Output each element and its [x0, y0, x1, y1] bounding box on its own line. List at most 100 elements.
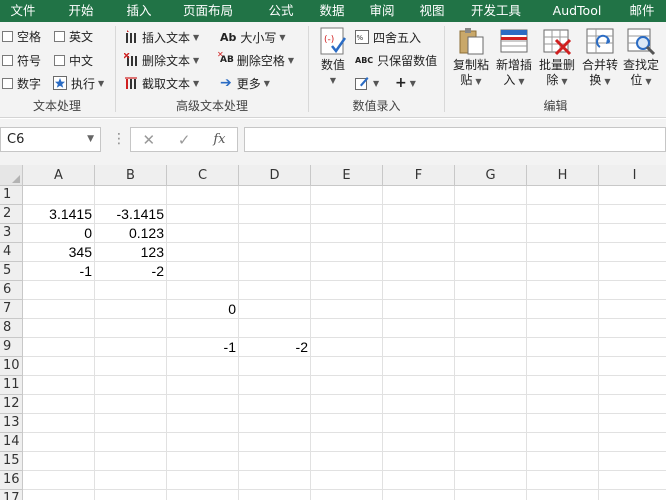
cell-c9[interactable]: -1 — [167, 338, 239, 357]
checkbox[interactable] — [54, 30, 65, 42]
cell-i10[interactable] — [599, 357, 666, 376]
tab-data[interactable]: 数据 — [308, 0, 356, 22]
checkbox[interactable] — [54, 54, 65, 66]
cell-c15[interactable] — [167, 452, 239, 471]
cell-b15[interactable] — [95, 452, 167, 471]
cell-f7[interactable] — [383, 300, 455, 319]
cell-f12[interactable] — [383, 395, 455, 414]
cell-f1[interactable] — [383, 186, 455, 205]
cell-a14[interactable] — [23, 433, 95, 452]
row-header-13[interactable]: 13 — [0, 414, 23, 433]
cell-d13[interactable] — [239, 414, 311, 433]
row-header-9[interactable]: 9 — [0, 338, 23, 357]
cell-h8[interactable] — [527, 319, 599, 338]
cell-h9[interactable] — [527, 338, 599, 357]
cell-d16[interactable] — [239, 471, 311, 490]
cell-e14[interactable] — [311, 433, 383, 452]
cell-f8[interactable] — [383, 319, 455, 338]
cell-b1[interactable] — [95, 186, 167, 205]
cell-c2[interactable] — [167, 205, 239, 224]
column-header-h[interactable]: H — [527, 165, 599, 186]
cell-c12[interactable] — [167, 395, 239, 414]
cell-b17[interactable] — [95, 490, 167, 500]
row-header-14[interactable]: 14 — [0, 433, 23, 452]
cell-f6[interactable] — [383, 281, 455, 300]
cell-d1[interactable] — [239, 186, 311, 205]
option-chinese[interactable]: 中文 — [54, 51, 93, 69]
cell-d7[interactable] — [239, 300, 311, 319]
cell-c6[interactable] — [167, 281, 239, 300]
cell-f14[interactable] — [383, 433, 455, 452]
column-header-g[interactable]: G — [455, 165, 527, 186]
cell-e7[interactable] — [311, 300, 383, 319]
checkbox[interactable] — [2, 54, 13, 66]
batch-delete-button[interactable]: 批量删 除 ▼ — [537, 26, 577, 89]
cell-g2[interactable] — [455, 205, 527, 224]
tab-file[interactable]: 文件 — [0, 0, 46, 22]
cell-g11[interactable] — [455, 376, 527, 395]
cell-d15[interactable] — [239, 452, 311, 471]
cell-g15[interactable] — [455, 452, 527, 471]
cell-i2[interactable] — [599, 205, 666, 224]
tab-page-layout[interactable]: 页面布局 — [162, 0, 254, 22]
cell-a17[interactable] — [23, 490, 95, 500]
cell-b6[interactable] — [95, 281, 167, 300]
tab-audtool[interactable]: AudTool — [536, 0, 618, 22]
cell-h16[interactable] — [527, 471, 599, 490]
spreadsheet-grid[interactable]: A B C D E F G H I 1 2 3.1415 -3.1415 3 0 0.123 4 345 123 5-… — [0, 165, 666, 500]
plus-button[interactable]: + ▼ — [395, 74, 416, 92]
cell-d12[interactable] — [239, 395, 311, 414]
enter-icon[interactable]: ✓ — [178, 131, 191, 149]
tab-home[interactable]: 开始 — [46, 0, 116, 22]
row-header-6[interactable]: 6 — [0, 281, 23, 300]
cell-g5[interactable] — [455, 262, 527, 281]
cell-g6[interactable] — [455, 281, 527, 300]
cell-h12[interactable] — [527, 395, 599, 414]
cell-d14[interactable] — [239, 433, 311, 452]
cell-i12[interactable] — [599, 395, 666, 414]
cell-g12[interactable] — [455, 395, 527, 414]
cell-c5[interactable] — [167, 262, 239, 281]
cell-a1[interactable] — [23, 186, 95, 205]
cell-i4[interactable] — [599, 243, 666, 262]
cell-i11[interactable] — [599, 376, 666, 395]
cell-b4[interactable]: 123 — [95, 243, 167, 262]
cell-i15[interactable] — [599, 452, 666, 471]
column-header-c[interactable]: C — [167, 165, 239, 186]
cell-h2[interactable] — [527, 205, 599, 224]
cell-g14[interactable] — [455, 433, 527, 452]
cell-i9[interactable] — [599, 338, 666, 357]
cell-g4[interactable] — [455, 243, 527, 262]
column-header-b[interactable]: B — [95, 165, 167, 186]
cell-f16[interactable] — [383, 471, 455, 490]
cell-b8[interactable] — [95, 319, 167, 338]
cell-g9[interactable] — [455, 338, 527, 357]
cell-e15[interactable] — [311, 452, 383, 471]
cell-g7[interactable] — [455, 300, 527, 319]
cell-b13[interactable] — [95, 414, 167, 433]
cell-e12[interactable] — [311, 395, 383, 414]
cell-i17[interactable] — [599, 490, 666, 500]
cell-d6[interactable] — [239, 281, 311, 300]
cell-a11[interactable] — [23, 376, 95, 395]
cell-f5[interactable] — [383, 262, 455, 281]
value-button[interactable]: (-) 数值 ▼ — [315, 26, 351, 88]
cell-c11[interactable] — [167, 376, 239, 395]
cell-h3[interactable] — [527, 224, 599, 243]
row-header-5[interactable]: 5 — [0, 262, 23, 281]
cell-g10[interactable] — [455, 357, 527, 376]
cell-b3[interactable]: 0.123 — [95, 224, 167, 243]
cell-f13[interactable] — [383, 414, 455, 433]
cell-d3[interactable] — [239, 224, 311, 243]
cell-f9[interactable] — [383, 338, 455, 357]
copy-paste-button[interactable]: 复制粘 贴 ▼ — [451, 26, 491, 89]
cell-g17[interactable] — [455, 490, 527, 500]
column-header-a[interactable]: A — [23, 165, 95, 186]
cell-b10[interactable] — [95, 357, 167, 376]
cell-i7[interactable] — [599, 300, 666, 319]
cell-g8[interactable] — [455, 319, 527, 338]
extract-text-button[interactable]: 截取文本 ▼ — [124, 74, 199, 92]
cell-c14[interactable] — [167, 433, 239, 452]
find-locate-button[interactable]: 查找定 位 ▼ — [621, 26, 661, 89]
cell-e6[interactable] — [311, 281, 383, 300]
